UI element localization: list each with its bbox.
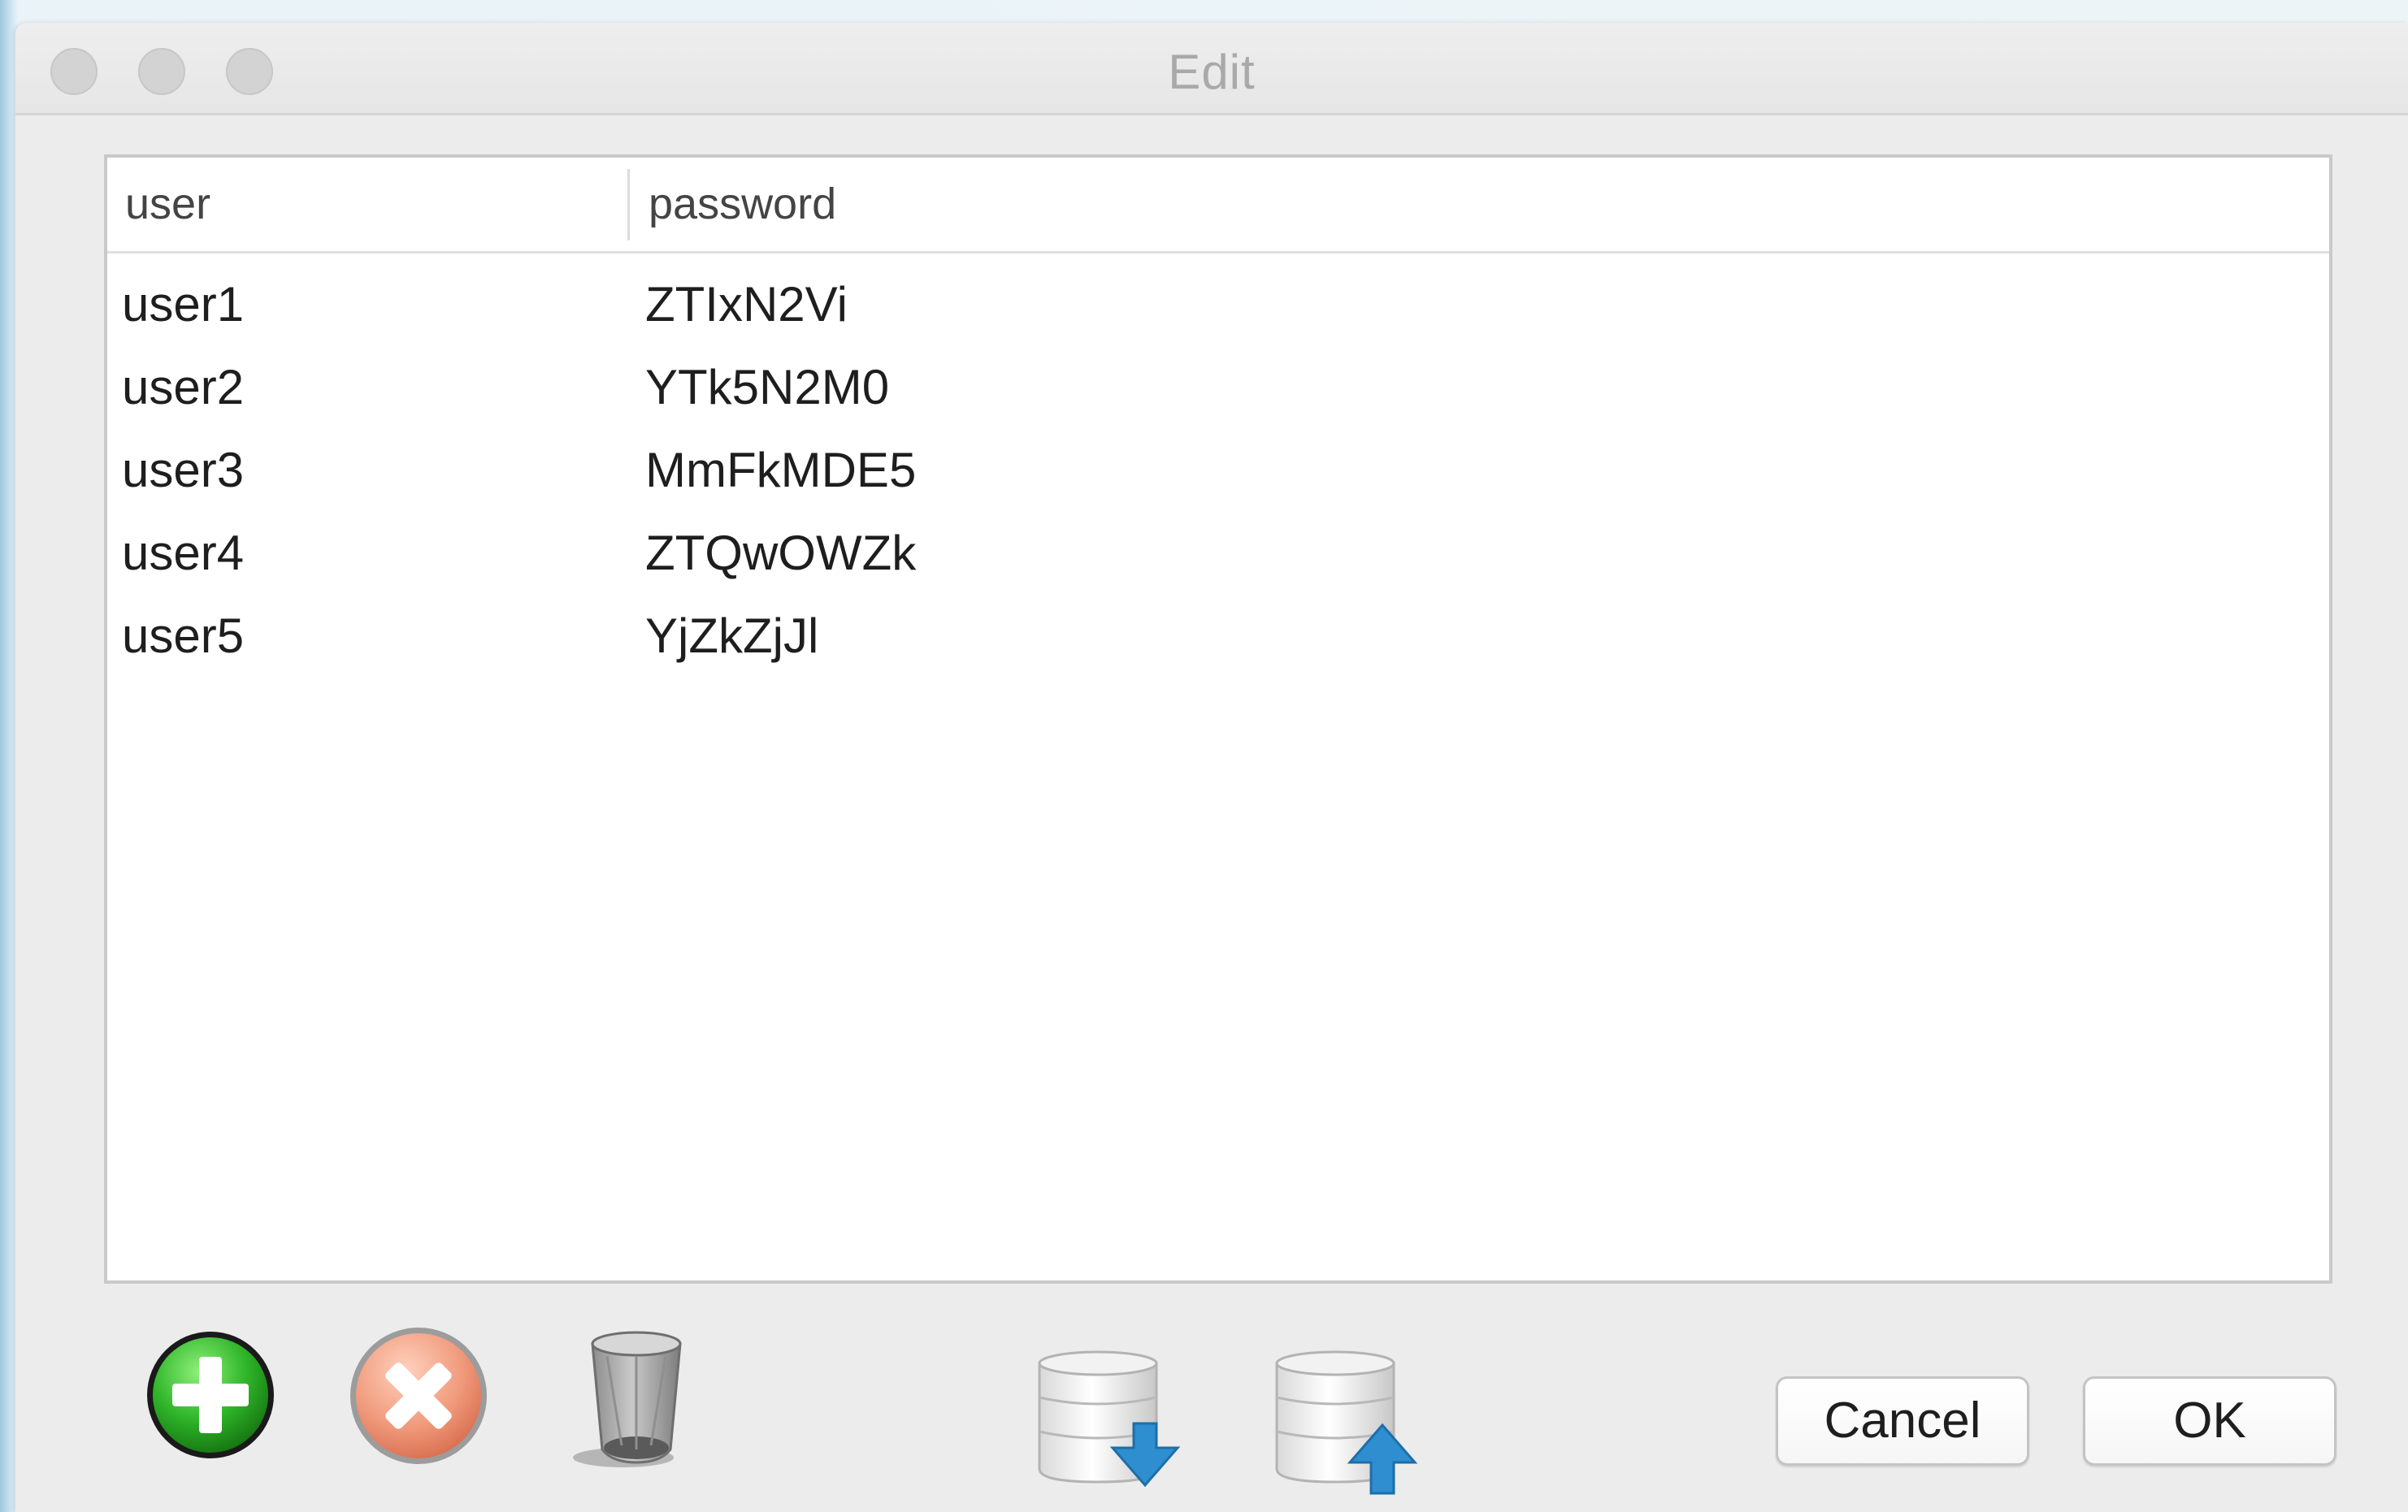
cell-user[interactable]: user2 <box>122 346 244 429</box>
column-header-user[interactable]: user <box>125 158 210 251</box>
database-download-icon <box>1038 1350 1181 1488</box>
cell-user[interactable]: user5 <box>122 595 244 678</box>
add-row-button[interactable] <box>141 1326 280 1464</box>
table-row[interactable]: user1 ZTIxN2Vi <box>107 263 2329 346</box>
cell-password[interactable]: YjZkZjJl <box>645 595 818 678</box>
export-database-button[interactable] <box>1272 1347 1434 1501</box>
column-header-password[interactable]: password <box>649 158 836 251</box>
table-row[interactable]: user5 YjZkZjJl <box>107 595 2329 678</box>
cell-password[interactable]: MmFkMDE5 <box>645 429 916 512</box>
cell-password[interactable]: ZTQwOWZk <box>645 512 916 595</box>
window-title: Edit <box>1168 45 1256 99</box>
title-bar[interactable]: Edit <box>15 23 2408 115</box>
cell-user[interactable]: user3 <box>122 429 244 512</box>
remove-row-button[interactable] <box>347 1324 490 1467</box>
edit-dialog: Edit user password user1 ZTIxN2Vi user2 … <box>15 23 2408 1512</box>
cell-user[interactable]: user4 <box>122 512 244 595</box>
database-upload-icon <box>1275 1350 1418 1495</box>
column-divider[interactable] <box>627 169 630 240</box>
user-password-table[interactable]: user password user1 ZTIxN2Vi user2 YTk5N… <box>104 154 2332 1284</box>
cancel-button[interactable]: Cancel <box>1776 1376 2029 1466</box>
trash-icon <box>573 1331 682 1467</box>
trash-button[interactable] <box>558 1319 713 1474</box>
table-row[interactable]: user4 ZTQwOWZk <box>107 512 2329 595</box>
table-header: user password <box>107 158 2329 253</box>
ok-button[interactable]: OK <box>2083 1376 2336 1466</box>
add-icon <box>147 1332 274 1458</box>
cell-user[interactable]: user1 <box>122 263 244 346</box>
table-row[interactable]: user2 YTk5N2M0 <box>107 346 2329 429</box>
table-row[interactable]: user3 MmFkMDE5 <box>107 429 2329 512</box>
import-database-button[interactable] <box>1035 1347 1197 1501</box>
cell-password[interactable]: YTk5N2M0 <box>645 346 889 429</box>
remove-icon <box>350 1328 487 1464</box>
cell-password[interactable]: ZTIxN2Vi <box>645 263 848 346</box>
